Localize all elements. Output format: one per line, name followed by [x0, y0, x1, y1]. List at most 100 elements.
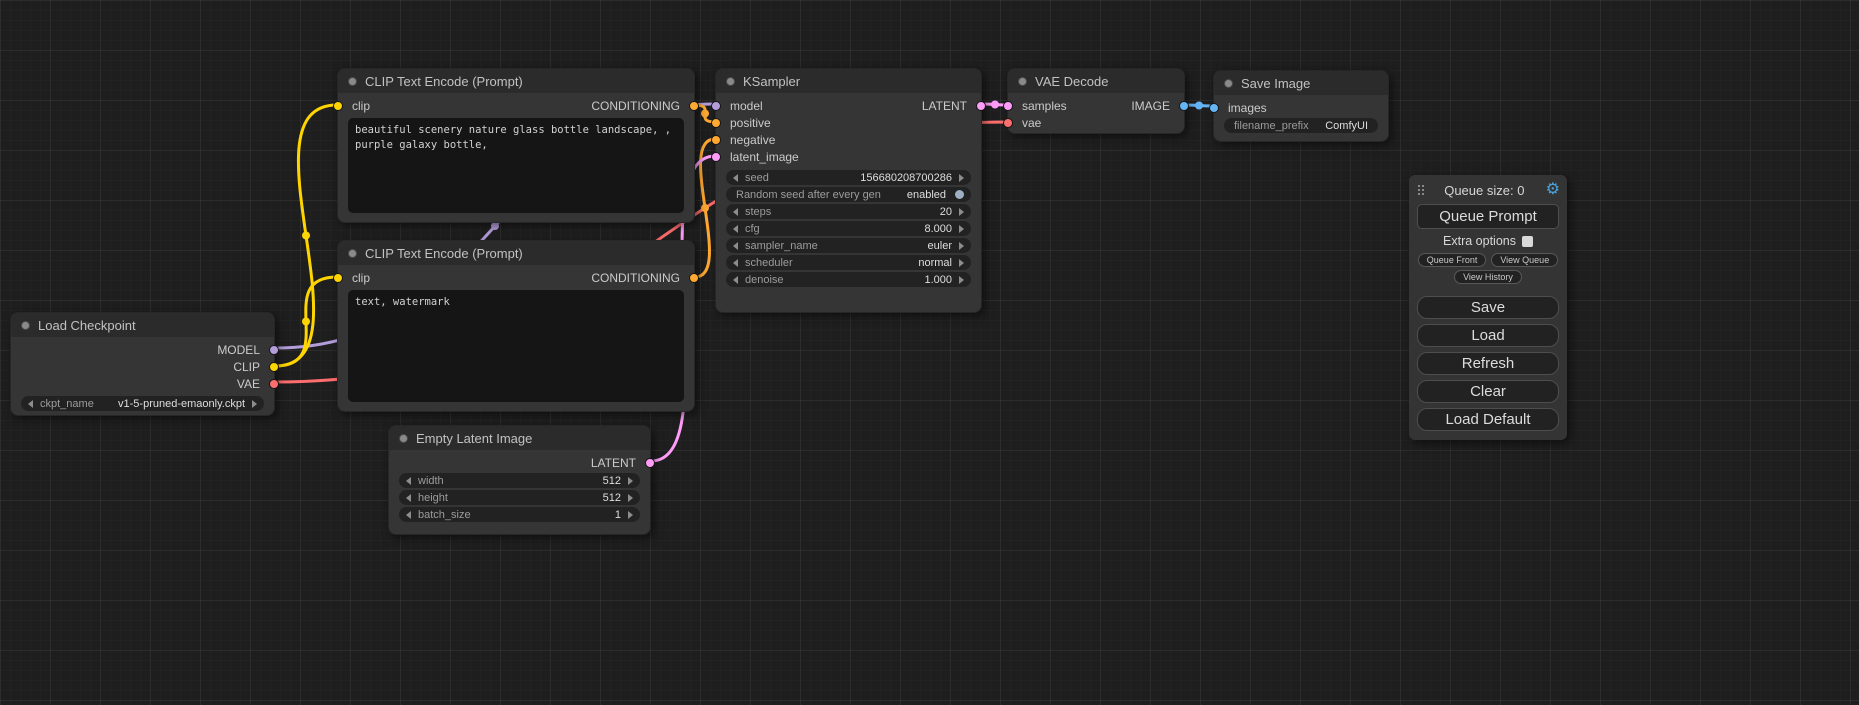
- widget-label: sampler_name: [745, 240, 818, 252]
- height-widget[interactable]: height 512: [399, 490, 640, 505]
- collapse-dot[interactable]: [1018, 77, 1027, 86]
- decrement-arrow-icon[interactable]: [733, 259, 738, 267]
- conditioning-output-port[interactable]: [689, 273, 699, 283]
- positive-input-port[interactable]: [711, 118, 721, 128]
- settings-gear-icon[interactable]: ⚙: [1546, 182, 1560, 198]
- wire-clip-positive: [275, 105, 337, 366]
- load-default-button[interactable]: Load Default: [1417, 408, 1559, 431]
- negative-prompt-textarea[interactable]: text, watermark: [348, 290, 684, 402]
- widget-label: Random seed after every gen: [736, 189, 881, 201]
- decrement-arrow-icon[interactable]: [733, 174, 738, 182]
- link-dot: [302, 232, 310, 240]
- node-graph-canvas[interactable]: Load Checkpoint MODEL CLIP VAE ckpt_name…: [0, 0, 1859, 705]
- extra-options-row: Extra options: [1409, 234, 1567, 248]
- increment-arrow-icon[interactable]: [959, 174, 964, 182]
- load-button[interactable]: Load: [1417, 324, 1559, 347]
- widget-label: seed: [745, 172, 769, 184]
- ckpt-name-widget[interactable]: ckpt_name v1-5-pruned-emaonly.ckpt: [21, 396, 264, 411]
- slot-label: IMAGE: [1131, 99, 1170, 113]
- refresh-button[interactable]: Refresh: [1417, 352, 1559, 375]
- extra-options-checkbox[interactable]: [1522, 236, 1533, 247]
- clip-input-port[interactable]: [333, 273, 343, 283]
- widget-value: v1-5-pruned-emaonly.ckpt: [118, 398, 245, 410]
- widget-label: scheduler: [745, 257, 793, 269]
- widget-label: height: [418, 492, 448, 504]
- collapse-dot[interactable]: [348, 249, 357, 258]
- steps-widget[interactable]: steps 20: [726, 204, 971, 219]
- increment-arrow-icon[interactable]: [628, 494, 633, 502]
- node-clip-text-encode-positive[interactable]: CLIP Text Encode (Prompt) clip CONDITION…: [337, 68, 695, 223]
- collapse-dot[interactable]: [21, 321, 30, 330]
- model-output-port[interactable]: [269, 345, 279, 355]
- vae-input-port[interactable]: [1003, 118, 1013, 128]
- batch-size-widget[interactable]: batch_size 1: [399, 507, 640, 522]
- seed-widget[interactable]: seed 156680208700286: [726, 170, 971, 185]
- conditioning-output-port[interactable]: [689, 101, 699, 111]
- collapse-dot[interactable]: [1224, 79, 1233, 88]
- save-button[interactable]: Save: [1417, 296, 1559, 319]
- image-output-port[interactable]: [1179, 101, 1189, 111]
- link-dot: [701, 110, 709, 118]
- widget-value: 156680208700286: [860, 172, 952, 184]
- decrement-arrow-icon[interactable]: [733, 225, 738, 233]
- decrement-arrow-icon[interactable]: [406, 477, 411, 485]
- increment-arrow-icon[interactable]: [959, 242, 964, 250]
- latent-output-port[interactable]: [645, 458, 655, 468]
- increment-arrow-icon[interactable]: [628, 477, 633, 485]
- cfg-widget[interactable]: cfg 8.000: [726, 221, 971, 236]
- node-title: CLIP Text Encode (Prompt): [365, 74, 523, 89]
- increment-arrow-icon[interactable]: [959, 225, 964, 233]
- node-empty-latent-image[interactable]: Empty Latent Image LATENT width 512 heig…: [388, 425, 651, 535]
- widget-value: euler: [928, 240, 952, 252]
- samples-input-port[interactable]: [1003, 101, 1013, 111]
- width-widget[interactable]: width 512: [399, 473, 640, 488]
- queue-front-button[interactable]: Queue Front: [1418, 253, 1487, 267]
- node-clip-text-encode-negative[interactable]: CLIP Text Encode (Prompt) clip CONDITION…: [337, 240, 695, 412]
- slot-label: positive: [730, 116, 771, 130]
- random-seed-toggle-widget[interactable]: Random seed after every gen enabled: [726, 187, 971, 202]
- node-save-image[interactable]: Save Image images filename_prefix ComfyU…: [1213, 70, 1389, 142]
- clip-output-port[interactable]: [269, 362, 279, 372]
- decrement-arrow-icon[interactable]: [406, 494, 411, 502]
- view-history-button[interactable]: View History: [1454, 270, 1522, 284]
- clip-input-port[interactable]: [333, 101, 343, 111]
- images-input-port[interactable]: [1209, 103, 1219, 113]
- slot-label: CLIP: [233, 360, 260, 374]
- sampler-name-widget[interactable]: sampler_name euler: [726, 238, 971, 253]
- vae-output-port[interactable]: [269, 379, 279, 389]
- decrement-arrow-icon[interactable]: [733, 242, 738, 250]
- collapse-dot[interactable]: [348, 77, 357, 86]
- decrement-arrow-icon[interactable]: [28, 400, 33, 408]
- slot-label: model: [730, 99, 763, 113]
- node-title-bar: Load Checkpoint: [11, 313, 274, 337]
- increment-arrow-icon[interactable]: [959, 208, 964, 216]
- scheduler-widget[interactable]: scheduler normal: [726, 255, 971, 270]
- model-input-port[interactable]: [711, 101, 721, 111]
- toggle-knob-icon[interactable]: [955, 190, 964, 199]
- node-vae-decode[interactable]: VAE Decode samples IMAGE vae: [1007, 68, 1185, 134]
- view-queue-button[interactable]: View Queue: [1491, 253, 1558, 267]
- decrement-arrow-icon[interactable]: [733, 208, 738, 216]
- increment-arrow-icon[interactable]: [959, 276, 964, 284]
- latent-output-port[interactable]: [976, 101, 986, 111]
- widget-label: filename_prefix: [1234, 120, 1309, 132]
- increment-arrow-icon[interactable]: [959, 259, 964, 267]
- increment-arrow-icon[interactable]: [628, 511, 633, 519]
- clear-button[interactable]: Clear: [1417, 380, 1559, 403]
- latent-image-input-port[interactable]: [711, 152, 721, 162]
- decrement-arrow-icon[interactable]: [733, 276, 738, 284]
- increment-arrow-icon[interactable]: [252, 400, 257, 408]
- positive-prompt-textarea[interactable]: beautiful scenery nature glass bottle la…: [348, 118, 684, 213]
- link-dot: [491, 222, 499, 230]
- decrement-arrow-icon[interactable]: [406, 511, 411, 519]
- collapse-dot[interactable]: [399, 434, 408, 443]
- node-title-bar: Empty Latent Image: [389, 426, 650, 450]
- node-ksampler[interactable]: KSampler model LATENT positive negative …: [715, 68, 982, 313]
- negative-input-port[interactable]: [711, 135, 721, 145]
- node-load-checkpoint[interactable]: Load Checkpoint MODEL CLIP VAE ckpt_name…: [10, 312, 275, 416]
- drag-handle-icon[interactable]: [1418, 185, 1420, 187]
- filename-prefix-widget[interactable]: filename_prefix ComfyUI: [1224, 118, 1378, 133]
- queue-prompt-button[interactable]: Queue Prompt: [1417, 204, 1559, 229]
- collapse-dot[interactable]: [726, 77, 735, 86]
- denoise-widget[interactable]: denoise 1.000: [726, 272, 971, 287]
